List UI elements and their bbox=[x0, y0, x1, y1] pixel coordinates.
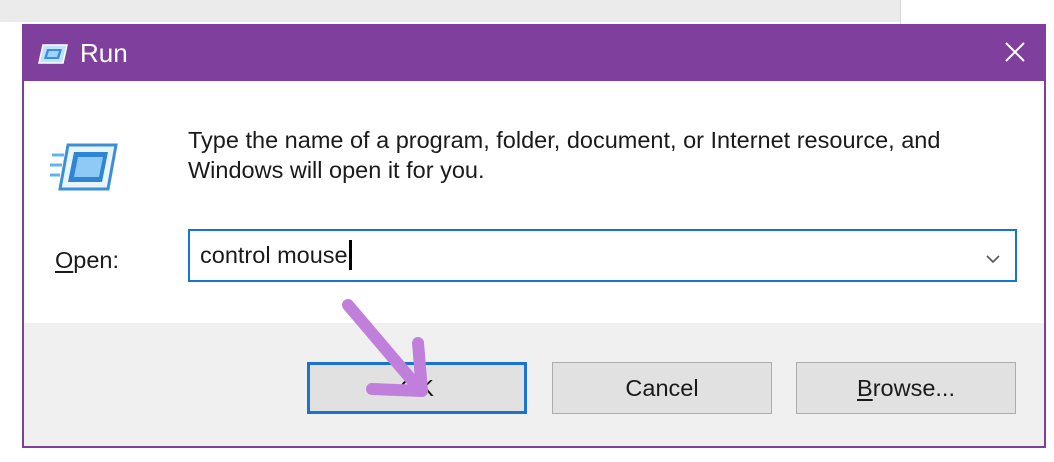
open-label-text: pen: bbox=[73, 247, 120, 273]
browse-mnemonic: B bbox=[857, 375, 873, 401]
title-bar[interactable]: Run bbox=[24, 26, 1044, 81]
open-input[interactable]: control mouse bbox=[200, 240, 352, 270]
browse-button[interactable]: Browse... bbox=[796, 362, 1016, 414]
browse-label: rowse... bbox=[872, 375, 955, 401]
text-caret bbox=[348, 240, 352, 270]
chevron-down-icon[interactable] bbox=[985, 251, 1001, 269]
open-combobox[interactable]: control mouse bbox=[188, 229, 1017, 282]
background-strip bbox=[0, 0, 900, 22]
close-icon bbox=[1005, 42, 1025, 62]
open-input-value: control mouse bbox=[200, 242, 348, 268]
run-dialog: Run Type the name of a program, folder, … bbox=[22, 24, 1046, 448]
open-label-mnemonic: O bbox=[55, 247, 74, 273]
dialog-content: Type the name of a program, folder, docu… bbox=[24, 81, 1044, 323]
close-button[interactable] bbox=[984, 26, 1044, 81]
run-icon bbox=[37, 43, 69, 65]
window-title: Run bbox=[80, 38, 128, 68]
cancel-button[interactable]: Cancel bbox=[552, 362, 772, 414]
purple-arrow-icon bbox=[342, 299, 428, 397]
open-label: Open: bbox=[55, 245, 119, 275]
dialog-description: Type the name of a program, folder, docu… bbox=[188, 127, 941, 183]
run-icon bbox=[48, 139, 120, 195]
